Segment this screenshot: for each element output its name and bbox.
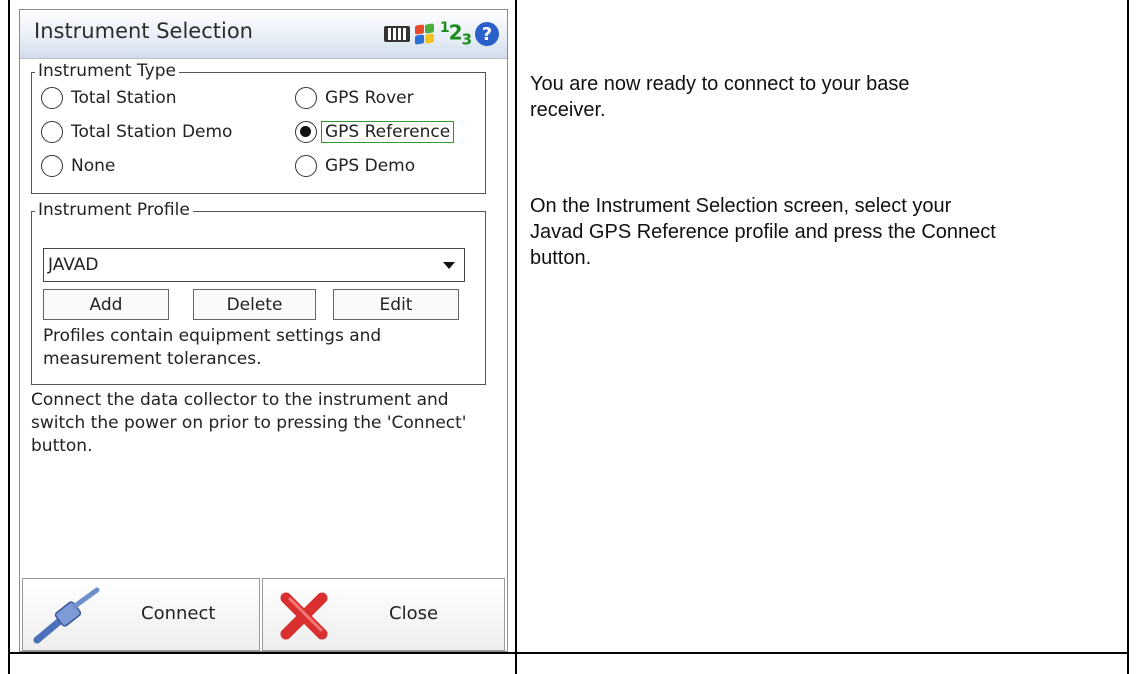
radio-label: GPS Rover bbox=[325, 88, 414, 108]
radio-circle bbox=[295, 155, 317, 177]
radio-gps-reference[interactable]: GPS Reference bbox=[295, 121, 455, 143]
radio-circle bbox=[41, 155, 63, 177]
instrument-type-group: Instrument Type Total Station GPS Rover … bbox=[31, 61, 486, 194]
close-label: Close bbox=[389, 603, 439, 624]
instruction-paragraph-2: On the Instrument Selection screen, sele… bbox=[530, 195, 996, 269]
title-bar: Instrument Selection 123 ? bbox=[20, 10, 507, 59]
radio-label: Total Station Demo bbox=[71, 122, 233, 142]
radio-circle bbox=[295, 87, 317, 109]
radio-none[interactable]: None bbox=[41, 155, 115, 177]
close-button[interactable]: Close bbox=[262, 578, 505, 651]
connect-button[interactable]: Connect bbox=[22, 578, 260, 651]
profile-dropdown-value: JAVAD bbox=[48, 255, 99, 275]
profile-note: Profiles contain equipment settings and … bbox=[43, 326, 382, 369]
windows-flag-icon[interactable] bbox=[414, 23, 436, 45]
profile-dropdown[interactable]: JAVAD bbox=[43, 248, 465, 282]
radio-label: GPS Demo bbox=[325, 156, 416, 176]
radio-circle bbox=[41, 87, 63, 109]
title-bar-icons: 123 ? bbox=[383, 20, 499, 49]
delete-profile-button[interactable]: Delete bbox=[193, 289, 316, 320]
radio-label: Total Station bbox=[71, 88, 177, 108]
radio-gps-demo[interactable]: GPS Demo bbox=[295, 155, 415, 177]
radio-circle bbox=[41, 121, 63, 143]
instrument-profile-legend: Instrument Profile bbox=[35, 200, 193, 220]
radio-label: None bbox=[71, 156, 116, 176]
radio-total-station-demo[interactable]: Total Station Demo bbox=[41, 121, 232, 143]
add-profile-button[interactable]: Add bbox=[43, 289, 169, 320]
device-screen: Instrument Selection 123 ? Instrument Ty… bbox=[19, 9, 508, 652]
radio-gps-rover[interactable]: GPS Rover bbox=[295, 87, 414, 109]
edit-profile-button[interactable]: Edit bbox=[333, 289, 459, 320]
radio-label: GPS Reference bbox=[321, 121, 455, 143]
table-border-left bbox=[8, 0, 10, 674]
instruction-paragraph-1: You are now ready to connect to your bas… bbox=[530, 73, 910, 121]
instrument-profile-group: Instrument Profile JAVAD Add Delete Edit… bbox=[31, 200, 486, 385]
table-border-middle bbox=[515, 0, 517, 674]
keyboard-icon[interactable] bbox=[383, 26, 410, 42]
close-icon bbox=[280, 592, 328, 640]
instrument-type-legend: Instrument Type bbox=[35, 61, 179, 81]
connect-instructions: Connect the data collector to the instru… bbox=[31, 390, 467, 456]
window-title: Instrument Selection bbox=[34, 19, 253, 43]
connect-label: Connect bbox=[141, 603, 216, 624]
table-row-divider bbox=[8, 652, 1129, 654]
radio-total-station[interactable]: Total Station bbox=[41, 87, 177, 109]
radio-circle-selected bbox=[295, 121, 317, 143]
table-border-right bbox=[1127, 0, 1129, 674]
help-icon[interactable]: ? bbox=[475, 22, 499, 46]
dropdown-arrow-icon bbox=[443, 262, 455, 269]
input-mode-icon[interactable]: 123 bbox=[440, 20, 472, 49]
cable-plug-icon bbox=[33, 587, 100, 644]
